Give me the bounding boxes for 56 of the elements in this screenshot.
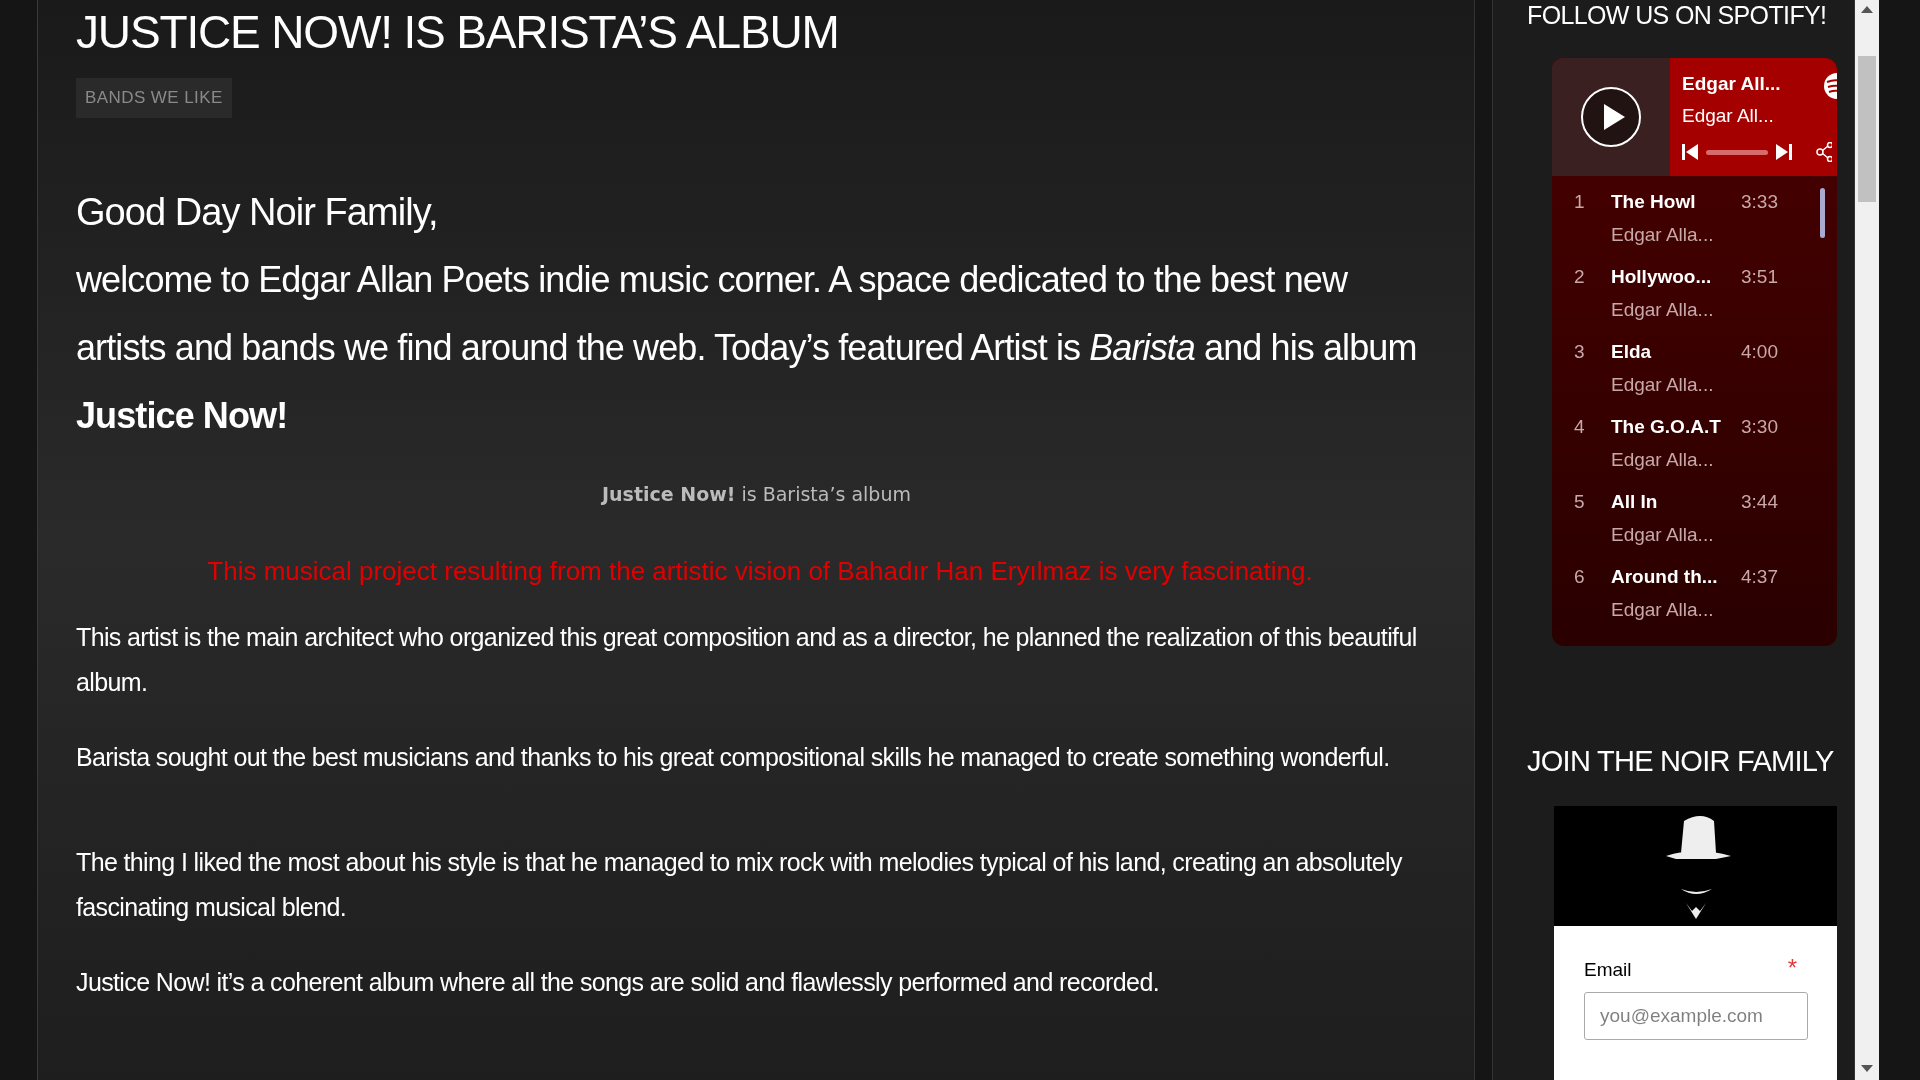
track-title: The Howl (1611, 190, 1697, 214)
track-row[interactable]: 5 All In Edgar Alla... 3:44 (1552, 484, 1837, 559)
track-number: 2 (1573, 265, 1586, 289)
track-number: 4 (1573, 415, 1586, 439)
highlight-text: This musical project resulting from the artistic vision of Bahadır Han Eryılmaz is very fascinating. (206, 555, 1314, 588)
track-title: All In (1611, 490, 1659, 514)
track-duration: 3:33 (1741, 190, 1778, 214)
join-heading: JOIN THE NOIR FAMILY (1527, 744, 1835, 779)
body-paragraph: Barista sought out the best musicians and thanks to his great compositional skills he managed to create something wonderful. (76, 742, 1391, 773)
track-duration: 3:44 (1741, 490, 1778, 514)
scrollbar-thumb[interactable] (1858, 56, 1876, 202)
track-number: 6 (1573, 565, 1586, 589)
next-icon[interactable] (1776, 143, 1792, 161)
body-paragraph: Justice Now! it’s a coherent album where all the songs are solid and flawlessly performed and recorded. (76, 967, 1160, 998)
intro-paragraph: welcome to Edgar Allan Poets indie music corner. A space dedicated to the best new artists and bands we find around the web. Today’s featured Artist is Barista and his album Justice Now! (76, 257, 1418, 438)
email-label: Email (1584, 957, 1632, 982)
track-row[interactable]: 2 Hollywoo... Edgar Alla... 3:51 (1552, 259, 1837, 334)
track-artist: Edgar Alla... (1611, 447, 1715, 472)
image-caption: Justice Now! is Barista’s album (602, 481, 912, 507)
body-paragraph: This artist is the main architect who organized this great composition and as a director, he planned the realization of this beautiful album. (76, 622, 1418, 698)
track-duration: 4:37 (1741, 565, 1778, 589)
track-row[interactable]: 6 Around th... Edgar Alla... 4:37 (1552, 559, 1837, 634)
track-artist: Edgar Alla... (1611, 297, 1715, 322)
required-mark: * (1787, 955, 1797, 983)
track-row[interactable]: 4 The G.O.A.T Edgar Alla... 3:30 (1552, 409, 1837, 484)
track-title: Around th... (1611, 565, 1719, 589)
share-icon[interactable] (1816, 142, 1832, 162)
track-row[interactable]: 1 The Howl Edgar Alla... 3:33 (1552, 184, 1837, 259)
track-duration: 3:51 (1741, 265, 1778, 289)
track-number: 3 (1573, 340, 1586, 364)
player-title: Edgar All... (1682, 72, 1782, 96)
greeting-text: Good Day Noir Family, (76, 189, 439, 235)
scroll-down-icon[interactable] (1861, 1065, 1873, 1072)
body-paragraph: The thing I liked the most about his style is that he managed to mix rock with melodies typical of his land, creating an absolutely fascinating musical blend. (76, 847, 1404, 923)
track-title: Hollywoo... (1611, 265, 1713, 289)
play-icon[interactable] (1580, 86, 1642, 148)
track-row[interactable]: 3 Elda Edgar Alla... 4:00 (1552, 334, 1837, 409)
previous-icon[interactable] (1682, 143, 1698, 161)
track-artist: Edgar Alla... (1611, 372, 1715, 397)
track-number: 5 (1573, 490, 1586, 514)
spotify-heading: FOLLOW US ON SPOTIFY! (1527, 0, 1828, 30)
track-artist: Edgar Alla... (1611, 597, 1715, 622)
scroll-up-icon[interactable] (1861, 6, 1873, 13)
track-number: 1 (1573, 190, 1586, 214)
scroll-thumb[interactable] (1820, 188, 1825, 238)
track-artist: Edgar Alla... (1611, 222, 1715, 247)
track-title: Elda (1611, 340, 1653, 364)
track-artist: Edgar Alla... (1611, 522, 1715, 547)
email-field[interactable]: you@example.com (1584, 992, 1808, 1040)
track-duration: 3:30 (1741, 415, 1778, 439)
player-artist: Edgar All... (1682, 103, 1775, 128)
track-title: The G.O.A.T (1611, 415, 1722, 439)
post-title: JUSTICE NOW! IS BARISTA’S ALBUM (76, 5, 840, 60)
spotify-icon[interactable] (1823, 72, 1837, 100)
category-tag[interactable]: BANDS WE LIKE (76, 78, 232, 118)
track-duration: 4:00 (1741, 340, 1778, 364)
